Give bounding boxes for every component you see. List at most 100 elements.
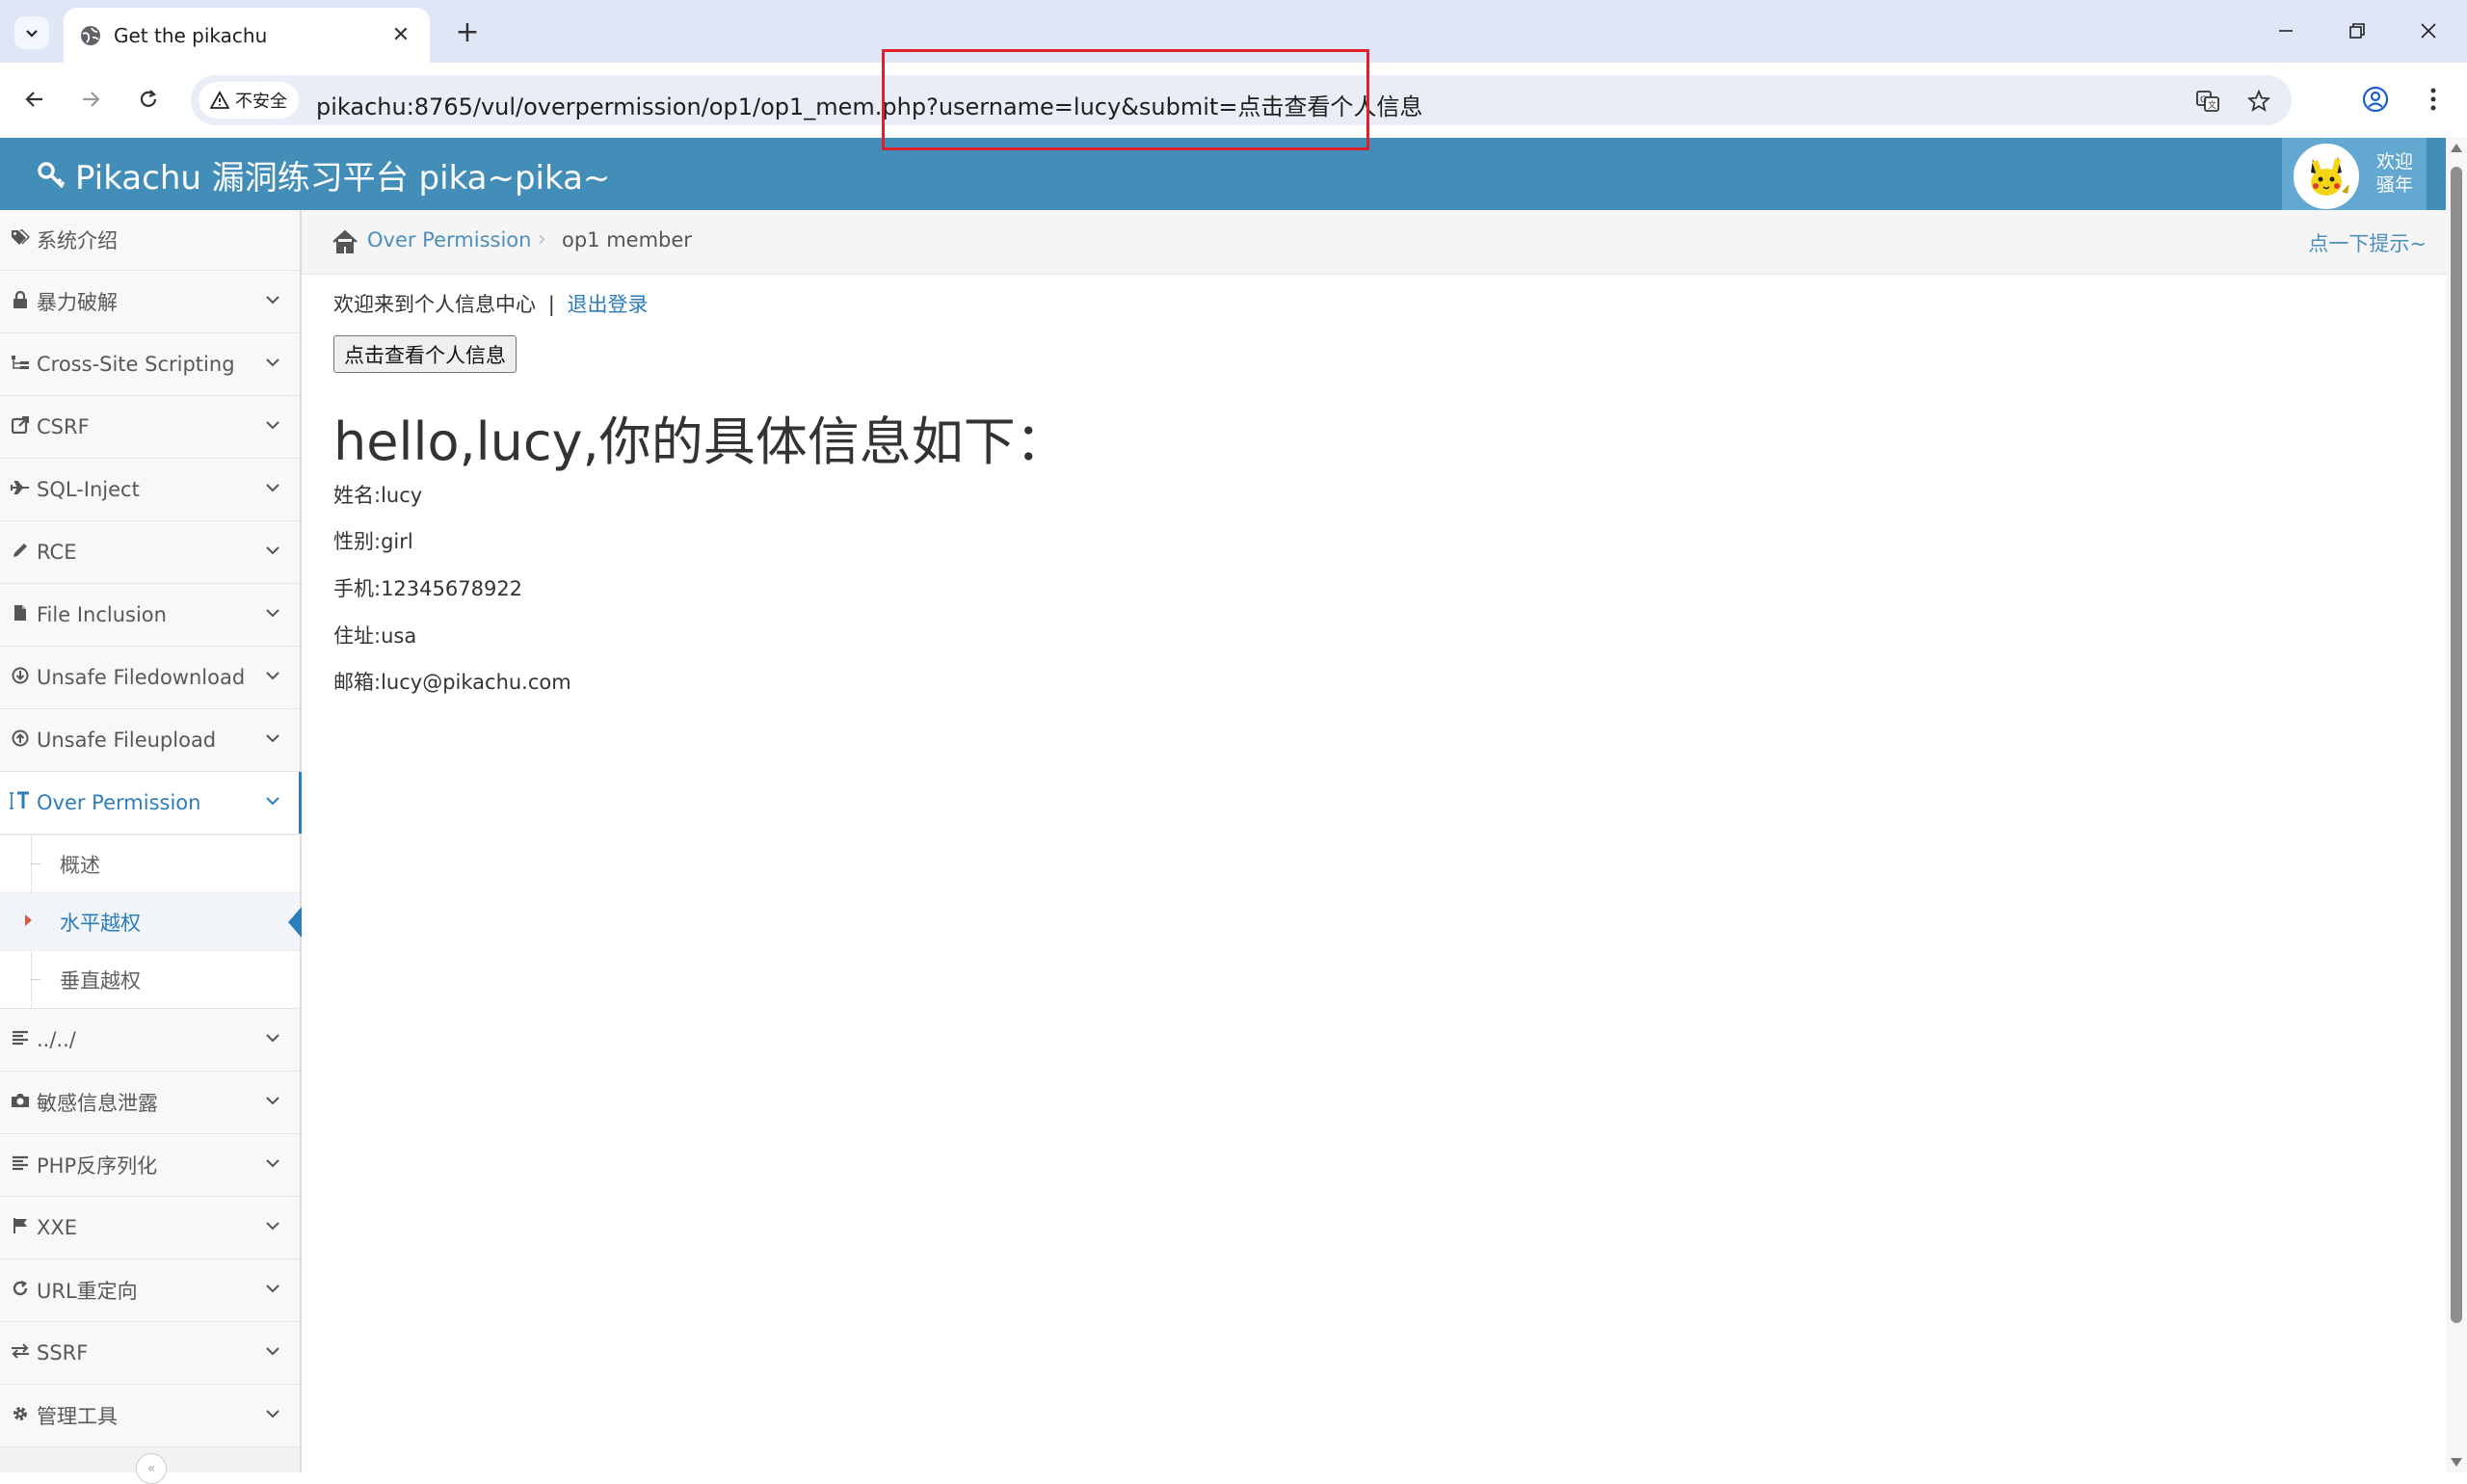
info-email: 邮箱:lucy@pikachu.com bbox=[333, 671, 571, 694]
sidebar-item-label: ../../ bbox=[37, 1028, 76, 1051]
breadcrumb-separator-icon: › bbox=[538, 227, 546, 252]
sidebar-item-intro[interactable]: 系统介绍 bbox=[0, 210, 300, 271]
sidebar-item-label: SQL-Inject bbox=[37, 478, 140, 501]
sidebar-item-over-permission[interactable]: Over Permission bbox=[0, 772, 302, 835]
sidebar-item-label: PHP反序列化 bbox=[37, 1154, 158, 1178]
restore-button[interactable] bbox=[2328, 10, 2386, 52]
caret-right-icon bbox=[25, 914, 32, 926]
current-pointer bbox=[288, 907, 302, 938]
greeting-heading: hello,lucy,你的具体信息如下： bbox=[333, 411, 1068, 472]
profile-icon[interactable] bbox=[2356, 80, 2395, 119]
submenu-item-label: 水平越权 bbox=[60, 911, 141, 935]
sidebar-item-label: 暴力破解 bbox=[37, 291, 118, 314]
menu-kebab-icon[interactable] bbox=[2414, 80, 2453, 119]
warning-icon bbox=[210, 91, 229, 109]
new-tab-button[interactable]: + bbox=[449, 13, 486, 50]
sidebar-item-rce[interactable]: RCE bbox=[0, 521, 300, 584]
chevron-down-icon bbox=[266, 609, 279, 618]
sidebar-item-label: File Inclusion bbox=[37, 603, 167, 626]
file-icon bbox=[10, 604, 31, 626]
back-button[interactable] bbox=[15, 80, 54, 119]
submenu-item-horizontal[interactable]: 水平越权 bbox=[0, 892, 302, 950]
sidebar-item-info-leak[interactable]: 敏感信息泄露 bbox=[0, 1072, 300, 1134]
logout-link[interactable]: 退出登录 bbox=[567, 293, 648, 316]
sidebar-item-xss[interactable]: Cross-Site Scripting bbox=[0, 333, 300, 396]
close-icon bbox=[2421, 23, 2436, 39]
breadcrumb: Over Permission › op1 member 点一下提示~ bbox=[302, 210, 2446, 275]
close-tab-icon[interactable]: ✕ bbox=[385, 19, 416, 50]
active-indicator bbox=[299, 772, 302, 834]
page-scrollbar[interactable] bbox=[2446, 138, 2467, 1472]
view-info-button[interactable]: 点击查看个人信息 bbox=[333, 335, 517, 373]
translate-icon[interactable]: G文 bbox=[2191, 85, 2224, 118]
chevron-down-icon bbox=[266, 1347, 279, 1356]
arrow-right-icon bbox=[83, 92, 100, 107]
minimize-button[interactable] bbox=[2257, 10, 2315, 52]
submenu-item-vertical[interactable]: 垂直越权 bbox=[0, 950, 300, 1008]
submenu-item-overview[interactable]: 概述 bbox=[0, 835, 300, 892]
sidebar-item-label: Unsafe Fileupload bbox=[37, 729, 217, 752]
svg-text:文: 文 bbox=[2208, 99, 2216, 111]
sidebar-item-dir-traversal[interactable]: ../../ bbox=[0, 1009, 300, 1072]
close-window-button[interactable] bbox=[2400, 10, 2457, 52]
url-highlight-box bbox=[882, 49, 1369, 150]
sidebar-item-unsafe-filedownload[interactable]: Unsafe Filedownload bbox=[0, 647, 300, 709]
forward-button[interactable] bbox=[71, 80, 110, 119]
submenu-item-label: 概述 bbox=[60, 853, 100, 877]
info-address: 住址:usa bbox=[333, 624, 417, 648]
sidebar-item-unsafe-fileupload[interactable]: Unsafe Fileupload bbox=[0, 709, 300, 772]
breadcrumb-current: op1 member bbox=[562, 228, 692, 252]
sidebar-item-php-unserialize[interactable]: PHP反序列化 bbox=[0, 1134, 300, 1197]
plane-icon bbox=[10, 480, 31, 500]
tab-search-button[interactable] bbox=[14, 16, 49, 49]
sidebar-item-label: Over Permission bbox=[37, 791, 201, 814]
over-permission-submenu: 概述 水平越权 垂直越权 bbox=[0, 835, 302, 1009]
sidebar-item-csrf[interactable]: CSRF bbox=[0, 396, 300, 459]
welcome-message: 欢迎来到个人信息中心 bbox=[333, 293, 536, 316]
welcome-line-2: 骚年 bbox=[2376, 174, 2414, 196]
chevron-down-icon bbox=[266, 1410, 279, 1418]
sidebar-item-label: 敏感信息泄露 bbox=[37, 1092, 158, 1115]
breadcrumb-link-over-permission[interactable]: Over Permission bbox=[367, 228, 531, 252]
avatar bbox=[2294, 144, 2359, 209]
chevron-down-icon bbox=[266, 672, 279, 680]
scrollbar-thumb[interactable] bbox=[2451, 167, 2462, 1323]
security-chip[interactable]: 不安全 bbox=[199, 82, 299, 119]
chevron-down-icon bbox=[266, 734, 279, 743]
sidebar-item-label: XXE bbox=[37, 1216, 78, 1239]
chevron-down-icon bbox=[266, 546, 279, 555]
scroll-up-icon[interactable] bbox=[2451, 144, 2462, 152]
bookmark-star-icon[interactable] bbox=[2242, 85, 2275, 118]
sidebar-item-sql-inject[interactable]: SQL-Inject bbox=[0, 459, 300, 521]
chevron-down-icon bbox=[266, 797, 279, 806]
pikachu-avatar-icon bbox=[2295, 146, 2357, 207]
chevron-down-icon bbox=[266, 421, 279, 430]
chevron-down-icon bbox=[266, 1034, 279, 1043]
sidebar-item-label: Unsafe Filedownload bbox=[37, 666, 246, 689]
sidebar-item-label: Cross-Site Scripting bbox=[37, 353, 235, 376]
sidebar-item-xxe[interactable]: XXE bbox=[0, 1197, 300, 1259]
external-link-icon bbox=[10, 415, 31, 438]
reload-button[interactable] bbox=[129, 80, 168, 119]
download-icon bbox=[10, 667, 31, 689]
home-icon bbox=[332, 229, 358, 253]
scroll-down-icon[interactable] bbox=[2451, 1458, 2462, 1467]
sidebar-item-brute-force[interactable]: 暴力破解 bbox=[0, 271, 300, 333]
user-menu[interactable]: 欢迎 骚年 bbox=[2282, 138, 2427, 210]
tags-icon bbox=[10, 228, 31, 252]
sidebar-item-file-inclusion[interactable]: File Inclusion bbox=[0, 584, 300, 647]
chevron-down-icon bbox=[266, 484, 279, 492]
minimize-icon bbox=[2279, 30, 2293, 32]
sidebar-item-ssrf[interactable]: SSRF bbox=[0, 1322, 300, 1385]
exchange-icon bbox=[10, 1342, 31, 1364]
browser-tab[interactable]: Get the pikachu ✕ bbox=[64, 8, 430, 63]
double-angle-left-icon: « bbox=[146, 1461, 156, 1476]
hint-link[interactable]: 点一下提示~ bbox=[2308, 228, 2427, 257]
sidebar-item-admin-tools[interactable]: 管理工具 bbox=[0, 1385, 300, 1447]
brand[interactable]: Pikachu 漏洞练习平台 pika~pika~ bbox=[37, 151, 610, 199]
arrow-left-icon bbox=[25, 92, 42, 107]
svg-text:G: G bbox=[2200, 95, 2207, 105]
sidebar-item-url-redirect[interactable]: URL重定向 bbox=[0, 1259, 300, 1322]
sidebar-collapse-button[interactable]: « bbox=[136, 1453, 167, 1484]
submenu-item-label: 垂直越权 bbox=[60, 968, 141, 993]
